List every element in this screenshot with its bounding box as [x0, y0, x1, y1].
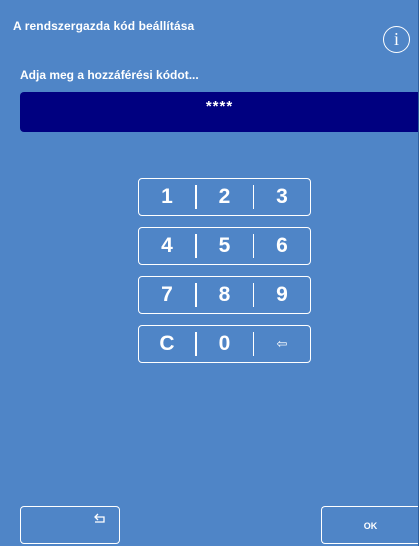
keypad-row: 7 8 9 [138, 276, 311, 314]
key-1[interactable]: 1 [139, 180, 195, 214]
key-7[interactable]: 7 [139, 278, 195, 312]
key-4[interactable]: 4 [139, 229, 195, 263]
key-9[interactable]: 9 [254, 278, 310, 312]
access-code-field[interactable]: **** [20, 92, 418, 132]
numeric-keypad: 1 2 3 4 5 6 7 8 9 C 0 ⇦ [138, 178, 311, 374]
key-5[interactable]: 5 [197, 229, 253, 263]
keypad-row: 4 5 6 [138, 227, 311, 265]
code-prompt-label: Adja meg a hozzáférési kódot... [20, 68, 199, 82]
admin-code-screen: A rendszergazda kód beállítása i Adja me… [0, 0, 419, 546]
key-2[interactable]: 2 [197, 180, 253, 214]
info-glyph: i [393, 29, 399, 49]
keypad-row: C 0 ⇦ [138, 325, 311, 363]
key-0[interactable]: 0 [197, 327, 253, 361]
key-8[interactable]: 8 [197, 278, 253, 312]
return-arrow-icon [94, 513, 105, 523]
info-icon[interactable]: i [383, 26, 410, 53]
back-button[interactable] [20, 506, 120, 544]
backspace-arrow-icon[interactable]: ⇦ [254, 327, 310, 361]
page-title: A rendszergazda kód beállítása [13, 19, 195, 33]
ok-button[interactable]: OK [321, 506, 418, 544]
key-clear[interactable]: C [139, 327, 195, 361]
key-3[interactable]: 3 [254, 180, 310, 214]
key-6[interactable]: 6 [254, 229, 310, 263]
keypad-row: 1 2 3 [138, 178, 311, 216]
